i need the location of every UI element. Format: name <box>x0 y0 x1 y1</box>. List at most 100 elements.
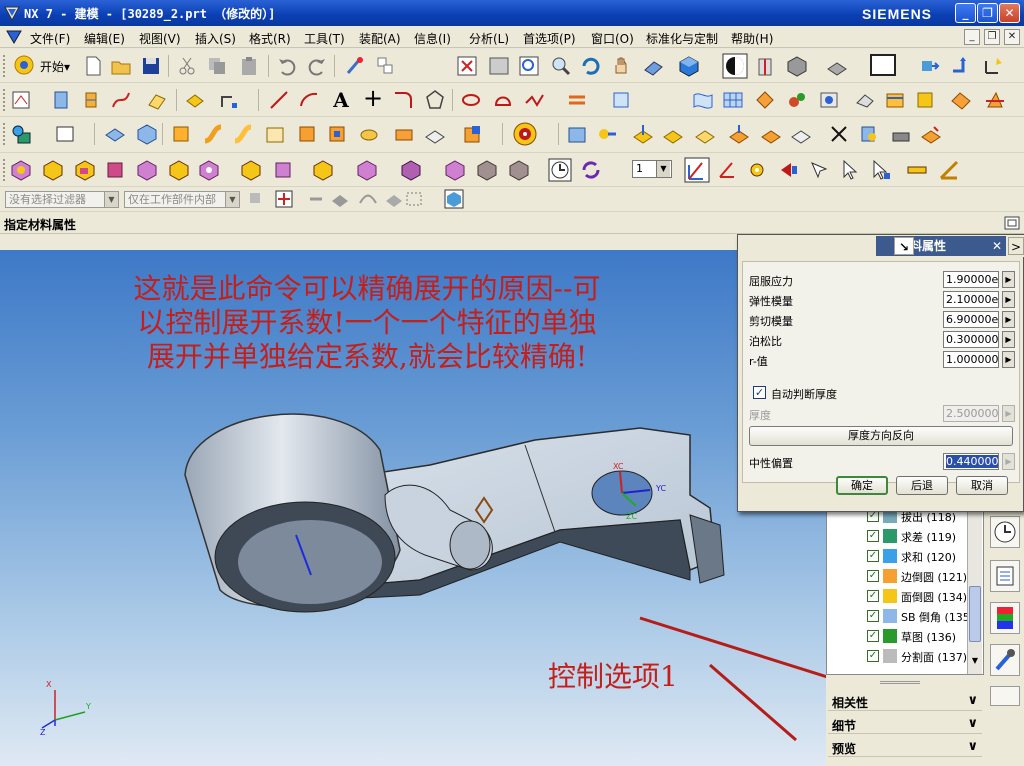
neutral-factor-input[interactable]: 0.440000 <box>943 453 999 470</box>
roles-tab[interactable] <box>990 644 1020 676</box>
ruled-surface-icon[interactable] <box>692 89 714 111</box>
menu-tools[interactable]: 工具(T) <box>304 30 345 47</box>
face-analysis-icon[interactable] <box>854 89 876 111</box>
thicken-icon[interactable] <box>950 89 972 111</box>
shear-modulus-menu-icon[interactable]: ▶ <box>1002 311 1015 328</box>
bend-table-icon[interactable] <box>890 123 912 145</box>
graphics-window[interactable]: XC YC ZC X Y Z 这就是此命令可以精确展开的原因--可 以控制展开系… <box>0 250 826 766</box>
line-icon[interactable] <box>268 89 290 111</box>
menu-help[interactable]: 帮助(H) <box>731 30 773 47</box>
ellipse-icon[interactable] <box>460 89 482 111</box>
snap-toggle-icon[interactable] <box>274 189 294 209</box>
feature-15-icon[interactable] <box>508 159 530 181</box>
toolbar-grip[interactable] <box>3 55 6 77</box>
feature-1-icon[interactable] <box>10 159 32 181</box>
tree-row[interactable]: ✓ 分割面 (137) <box>827 646 977 666</box>
curve-select-icon[interactable] <box>358 189 378 209</box>
link-icon[interactable] <box>306 189 326 209</box>
menu-view[interactable]: 视图(V) <box>139 30 181 47</box>
revolve-face-icon[interactable] <box>80 89 102 111</box>
conic-icon[interactable] <box>492 89 514 111</box>
resize-icon[interactable] <box>790 123 812 145</box>
save-icon[interactable] <box>140 55 162 77</box>
tree-row[interactable]: ✓ 草图 (136) <box>827 626 977 646</box>
scrollbar-thumb[interactable] <box>969 586 981 642</box>
dialog-forward-icon[interactable]: > <box>1008 237 1024 255</box>
flat-pattern-icon[interactable] <box>632 123 654 145</box>
sheet-metal-tool-icon[interactable] <box>920 123 942 145</box>
cleanup-icon[interactable] <box>760 123 782 145</box>
tree-row[interactable]: ✓ 边倒圆 (121) <box>827 566 977 586</box>
blend-surface-icon[interactable] <box>754 89 776 111</box>
refresh-icon[interactable] <box>580 159 602 181</box>
close-button[interactable]: ✕ <box>999 3 1020 23</box>
inset-flange-icon[interactable] <box>232 123 254 145</box>
feature-9-icon[interactable] <box>272 159 294 181</box>
wcs-icon[interactable] <box>982 55 1004 77</box>
polygon-icon[interactable] <box>424 89 446 111</box>
drawn-cutout-icon[interactable] <box>394 123 416 145</box>
selection-options-icon[interactable] <box>246 189 266 209</box>
auto-thickness-row[interactable]: ✓ 自动判断厚度 <box>751 384 991 402</box>
contour-flange-icon[interactable] <box>136 123 158 145</box>
refold-icon[interactable] <box>566 123 588 145</box>
select-body-icon[interactable] <box>870 159 892 181</box>
zoom-in-out-icon[interactable] <box>550 55 572 77</box>
menu-window[interactable]: 窗口(O) <box>591 30 634 47</box>
body-select-icon[interactable] <box>330 189 350 209</box>
feature-11-icon[interactable] <box>356 159 378 181</box>
delete-icon[interactable] <box>374 55 396 77</box>
edit-curve-icon[interactable] <box>786 89 808 111</box>
mdi-close-icon[interactable]: ✕ <box>1004 29 1020 45</box>
feature-8-icon[interactable] <box>240 159 262 181</box>
open-folder-icon[interactable] <box>110 55 132 77</box>
move-icon[interactable] <box>950 55 972 77</box>
spline-icon[interactable] <box>524 89 546 111</box>
dialog-collapse-icon[interactable]: ↘ <box>894 237 914 255</box>
bend-icon[interactable] <box>170 123 192 145</box>
jog-icon[interactable] <box>202 123 224 145</box>
extrude-face-icon[interactable] <box>50 89 72 111</box>
navigator-tab[interactable] <box>990 560 1020 592</box>
poisson-ratio-menu-icon[interactable]: ▶ <box>1002 331 1015 348</box>
pan-icon[interactable] <box>610 55 632 77</box>
color-swatch-icon[interactable] <box>870 53 896 79</box>
solid-select-icon[interactable] <box>444 189 464 209</box>
feature-4-icon[interactable] <box>104 159 126 181</box>
part-navigator[interactable]: ✓ 拔出 (118) ✓ 求差 (119) ✓ 求和 (120) ✓ 边倒圆 (121)… <box>826 505 984 675</box>
gear-icon[interactable] <box>746 159 768 181</box>
redo-icon[interactable] <box>306 55 328 77</box>
menu-analysis[interactable]: 分析(L) <box>469 30 509 47</box>
feature-3-icon[interactable] <box>74 159 96 181</box>
orient-view-icon[interactable] <box>722 53 748 79</box>
feature-5-icon[interactable] <box>136 159 158 181</box>
type-filter-select[interactable]: 没有选择过滤器 ▼ <box>5 191 119 208</box>
menu-edit[interactable]: 编辑(E) <box>84 30 125 47</box>
maximize-button[interactable]: ❐ <box>977 3 998 23</box>
zoom-icon[interactable] <box>518 55 540 77</box>
clock-icon[interactable] <box>548 158 572 182</box>
feature-14-icon[interactable] <box>476 159 498 181</box>
repeat-command-icon[interactable] <box>344 55 366 77</box>
menu-assembly[interactable]: 装配(A) <box>359 30 401 47</box>
mesh-surface-icon[interactable] <box>722 89 744 111</box>
shear-modulus-input[interactable]: 6.90000e <box>943 311 999 328</box>
new-file-icon[interactable] <box>82 55 104 77</box>
select-faces-icon[interactable] <box>808 159 830 181</box>
check-icon[interactable] <box>858 123 880 145</box>
view-section-icon[interactable] <box>754 55 776 77</box>
menu-file[interactable]: 文件(F) <box>30 30 70 47</box>
feature-6-icon[interactable] <box>168 159 190 181</box>
lighting-icon[interactable] <box>512 121 538 147</box>
convert-icon[interactable] <box>728 123 750 145</box>
louver-icon[interactable] <box>296 123 318 145</box>
minimize-button[interactable]: _ <box>955 3 976 23</box>
crosshair-point-icon[interactable]: + <box>362 86 384 110</box>
identify-icon[interactable] <box>828 123 850 145</box>
layer-dropdown-icon[interactable]: ▼ <box>656 161 670 177</box>
offset-curve-icon[interactable] <box>566 89 588 111</box>
back-button[interactable]: 后退 <box>896 476 948 495</box>
dimple-icon[interactable] <box>326 123 348 145</box>
reverse-thickness-button[interactable]: 厚度方向反向 <box>749 426 1013 446</box>
r-value-input[interactable]: 1.000000 <box>943 351 999 368</box>
